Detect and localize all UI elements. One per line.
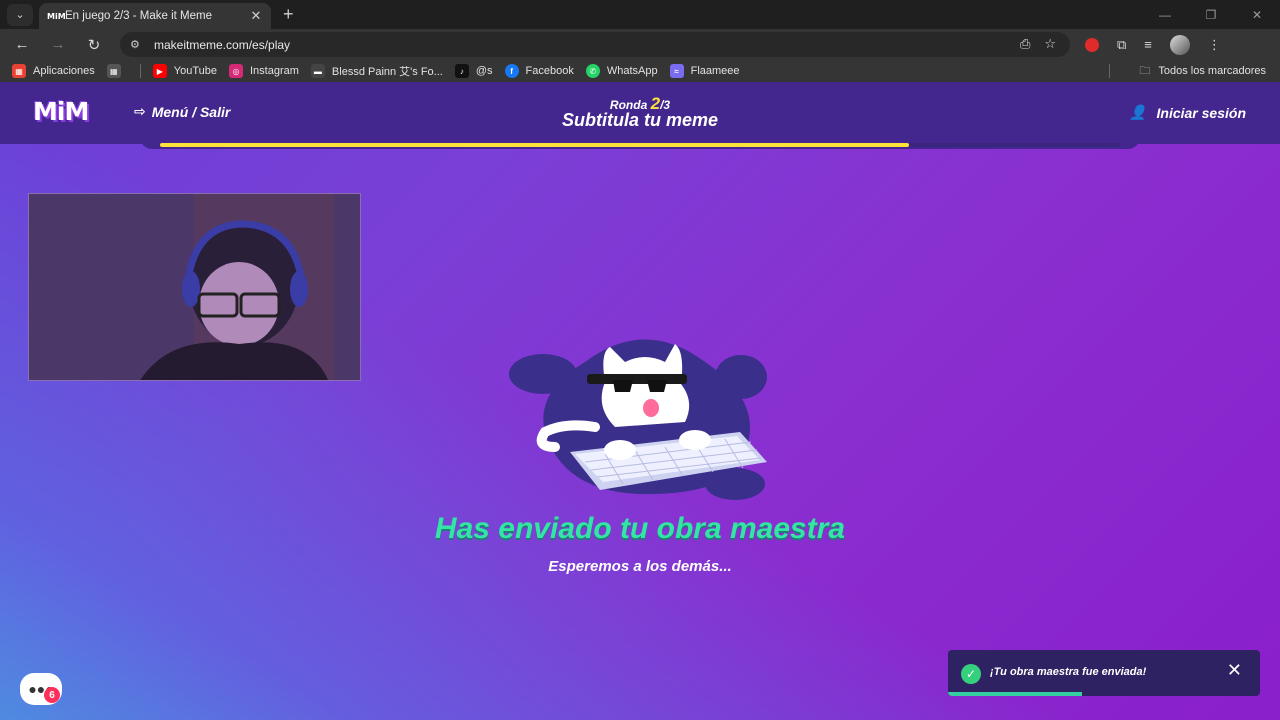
bookmark-instagram[interactable]: ◎ Instagram [229,64,299,78]
back-icon[interactable]: ← [10,33,34,57]
sent-subtitle: Esperemos a los demás... [548,558,732,575]
cat-typing-illustration [509,339,767,500]
webcam-overlay [28,193,361,381]
submission-toast: ✓ ¡Tu obra maestra fue enviada! ✕ [948,650,1260,696]
tab-title: En juego 2/3 - Make it Meme [65,10,213,22]
round-title: Subtitula tu meme [561,110,718,130]
forward-icon[interactable]: → [46,33,70,57]
bookmark-icon: ≈ [669,64,684,78]
minimize-icon[interactable]: — [1142,0,1188,29]
site-info-icon[interactable]: ⚙ [130,38,154,51]
new-tab-icon[interactable]: + [283,4,294,25]
grid-icon: ▦ [106,64,121,78]
window-controls: — ❐ ✕ [1142,0,1280,29]
bookmark-blessd[interactable]: ▬ Blessd Painn 艾's Fo... [310,63,443,79]
extensions-icon[interactable]: ⧉ [1117,37,1126,53]
browser-menu-icon[interactable]: ⋮ [1208,37,1221,53]
tab-favicon: MiM [47,11,66,21]
instagram-icon: ◎ [229,64,243,78]
browser-toolbar: ← → ↻ ⚙ makeitmeme.com/es/play ⎙ ☆ ⧉ ≡ ⋮ [0,29,1280,60]
whatsapp-icon: ✆ [585,64,600,78]
facebook-icon: f [504,64,519,78]
url-text[interactable]: makeitmeme.com/es/play [154,38,290,52]
apps-grid-icon: ▦ [12,64,26,78]
reload-icon[interactable]: ↻ [82,33,106,57]
sent-title: Has enviado tu obra maestra [434,512,846,545]
extension-record-icon[interactable] [1085,37,1099,52]
media-controls-icon[interactable]: ≡ [1144,37,1152,52]
bookmark-icon: ▬ [310,64,325,78]
address-bar[interactable]: ⚙ makeitmeme.com/es/play ⎙ ☆ [120,32,1070,57]
bookmark-star-icon[interactable]: ☆ [1044,36,1056,52]
profile-avatar[interactable] [1169,34,1190,55]
folder-icon: 🗀 [1139,64,1151,77]
browser-tab[interactable]: MiM En juego 2/3 - Make it Meme ✕ [39,3,271,29]
game-page: MiM ⇨ Menú / Salir Ronda 2/3 Subtitula t… [0,82,1280,720]
tab-close-icon[interactable]: ✕ [249,8,263,24]
bookmark-apps[interactable]: ▦ Aplicaciones [12,64,95,78]
tab-search-dropdown-icon[interactable]: ⌄ [7,3,33,26]
bookmark-tiktok[interactable]: ♪ @s [454,64,493,78]
toast-message: ¡Tu obra maestra fue enviada! [990,666,1147,678]
youtube-icon: ▶ [152,64,167,78]
bookmark-grid[interactable]: ▦ [106,64,128,78]
round-progress-fill [160,143,909,147]
toast-timer-bar [948,692,1083,696]
bookmarks-bar: ▦ Aplicaciones ▦ ▶ YouTube ◎ Instagram ▬… [0,60,1280,82]
user-icon: 👤 [1129,104,1147,120]
webcam-person-image [29,194,360,380]
restore-icon[interactable]: ❐ [1188,0,1234,29]
bookmarks-divider [139,64,141,78]
install-app-icon[interactable]: ⎙ [1020,36,1030,52]
bookmarks-divider [1109,64,1110,78]
bookmark-whatsapp[interactable]: ✆ WhatsApp [585,64,658,78]
login-button[interactable]: 👤 Iniciar sesión [1129,104,1246,121]
all-bookmarks[interactable]: 🗀 Todos los marcadores [1139,60,1266,82]
bookmark-youtube[interactable]: ▶ YouTube [152,64,217,78]
browser-tab-bar: ⌄ MiM En juego 2/3 - Make it Meme ✕ + — … [0,0,1280,29]
round-progress-bar [160,143,1120,147]
login-label: Iniciar sesión [1156,104,1246,121]
chat-unread-badge: 6 [44,687,60,703]
close-window-icon[interactable]: ✕ [1234,0,1280,29]
tiktok-icon: ♪ [454,64,469,78]
bookmark-flaameee[interactable]: ≈ Flaameee [669,64,740,78]
bookmark-facebook[interactable]: f Facebook [504,64,574,78]
toast-close-icon[interactable]: ✕ [1227,660,1242,681]
check-icon: ✓ [961,664,981,684]
